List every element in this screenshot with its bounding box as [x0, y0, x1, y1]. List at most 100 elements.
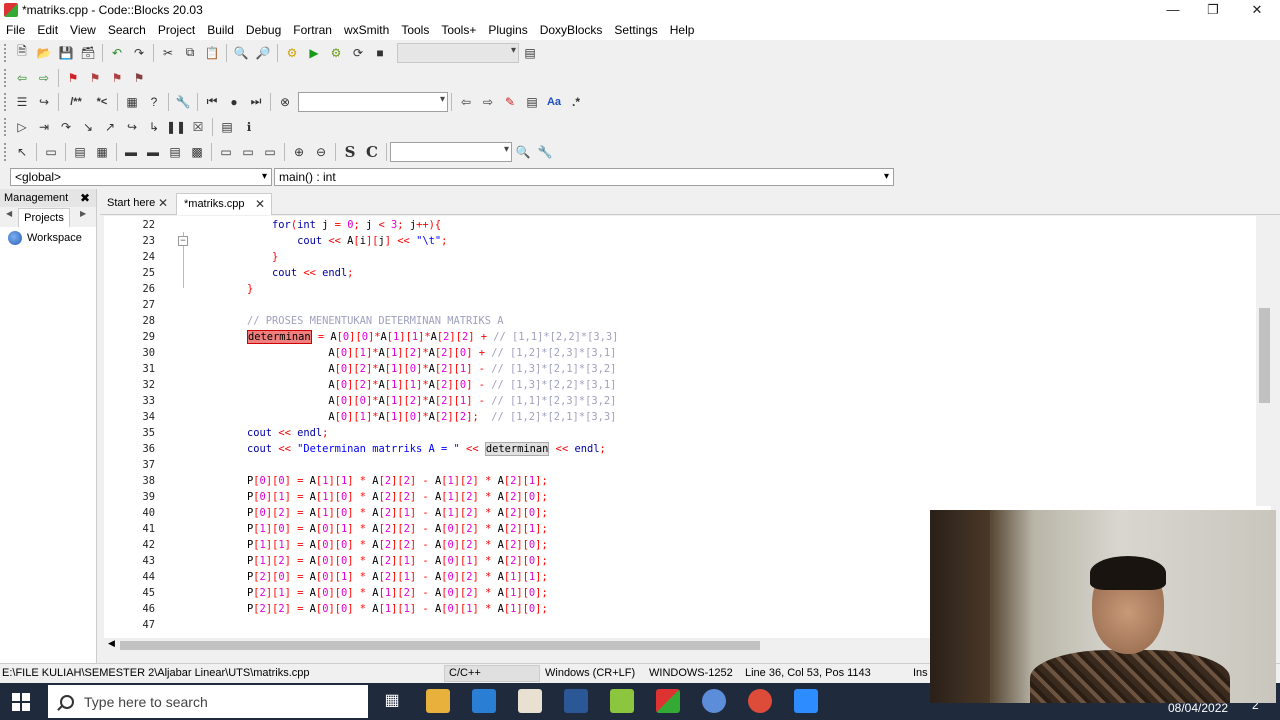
menu-settings[interactable]: Settings	[608, 23, 663, 37]
s-icon[interactable]: S	[340, 142, 360, 162]
code-line[interactable]: 29 determinan = A[0][0]*A[1][1]*A[2][2] …	[104, 329, 1271, 345]
settings-wrench-icon[interactable]: 🔧	[535, 142, 555, 162]
file-explorer-icon[interactable]	[426, 689, 450, 713]
code-line[interactable]: 25 cout << endl;	[104, 265, 1271, 281]
word-icon[interactable]	[564, 689, 588, 713]
next-bookmark-icon[interactable]: ⚑	[107, 68, 127, 88]
menu-help[interactable]: Help	[664, 23, 701, 37]
regex-icon[interactable]: .*	[566, 92, 586, 112]
toggle-bookmark-icon[interactable]: ⚑	[63, 68, 83, 88]
layout-6-icon[interactable]: ▩	[187, 142, 207, 162]
layout-4-icon[interactable]: ▬	[143, 142, 163, 162]
notepad-icon[interactable]	[610, 689, 634, 713]
save-all-icon[interactable]: 🗃	[78, 43, 98, 63]
undo-icon[interactable]: ↶	[107, 43, 127, 63]
code-line[interactable]: 28 // PROSES MENENTUKAN DETERMINAN MATRI…	[104, 313, 1271, 329]
workspace-item[interactable]: Workspace	[0, 231, 96, 245]
selected-text-icon[interactable]: ▤	[522, 92, 542, 112]
prev-bookmark-icon[interactable]: ⚑	[85, 68, 105, 88]
code-line[interactable]: 23 − cout << A[i][j] << "\t";	[104, 233, 1271, 249]
tab-left-arrow-icon[interactable]: ◀	[6, 209, 12, 218]
pointer-icon[interactable]: ↖	[12, 142, 32, 162]
first-icon[interactable]: ⏮	[202, 92, 222, 112]
code-line[interactable]: 36 cout << "Determinan matrriks A = " <<…	[104, 441, 1271, 457]
build-target-select[interactable]: ▾	[397, 42, 519, 63]
code-line[interactable]: 32 A[0][2]*A[1][1]*A[2][0] - // [1,3]*[2…	[104, 377, 1271, 393]
code-line[interactable]: 37	[104, 457, 1271, 473]
rect-2-icon[interactable]: ▭	[238, 142, 258, 162]
zoom-in-icon[interactable]: ⊕	[289, 142, 309, 162]
chrome-icon[interactable]	[748, 689, 772, 713]
symbol-search-combo[interactable]: ▾	[390, 141, 512, 162]
build-icon[interactable]: ⚙	[282, 43, 302, 63]
function-scope-select[interactable]: main() : int ▾	[274, 168, 894, 186]
show-select-target-icon[interactable]: ▤	[520, 43, 540, 63]
codeblocks-taskbar-icon[interactable]	[656, 689, 680, 713]
app-icon[interactable]	[518, 689, 542, 713]
step-into-instruction-icon[interactable]: ↳	[144, 117, 164, 137]
next-line-icon[interactable]: ↷	[56, 117, 76, 137]
zoom-icon[interactable]	[794, 689, 818, 713]
rect-3-icon[interactable]: ▭	[260, 142, 280, 162]
menu-edit[interactable]: Edit	[31, 23, 64, 37]
menu-view[interactable]: View	[64, 23, 102, 37]
cut-icon[interactable]: ✂	[158, 43, 178, 63]
menu-doxyblocks[interactable]: DoxyBlocks	[534, 23, 609, 37]
code-completion-icon[interactable]: ☰	[12, 92, 32, 112]
uncomment-icon[interactable]: *<	[91, 92, 113, 112]
menu-plugins[interactable]: Plugins	[482, 23, 533, 37]
doc-help-icon[interactable]: ?	[144, 92, 164, 112]
menu-file[interactable]: File	[0, 23, 31, 37]
new-file-icon[interactable]: 🗎	[12, 43, 32, 63]
tab-close-icon[interactable]: ✕	[158, 193, 168, 213]
replace-icon[interactable]: 🔎	[253, 43, 273, 63]
layout-3-icon[interactable]: ▬	[121, 142, 141, 162]
menu-debug[interactable]: Debug	[240, 23, 287, 37]
global-scope-select[interactable]: <global> ▾	[10, 168, 272, 186]
tab-right-arrow-icon[interactable]: ▶	[80, 209, 86, 218]
find-icon[interactable]: 🔍	[231, 43, 251, 63]
fold-icon[interactable]: −	[178, 236, 188, 246]
run-icon[interactable]: ▶	[304, 43, 324, 63]
abort-icon[interactable]: ■	[370, 43, 390, 63]
next-instruction-icon[interactable]: ↪	[122, 117, 142, 137]
symbol-search-icon[interactable]: 🔍	[513, 142, 533, 162]
open-file-icon[interactable]: 📂	[34, 43, 54, 63]
doc-config-icon[interactable]: ▦	[122, 92, 142, 112]
code-line[interactable]: 27	[104, 297, 1271, 313]
stop-debug-icon[interactable]: ☒	[188, 117, 208, 137]
find-prev-icon[interactable]: ⇦	[456, 92, 476, 112]
redo-icon[interactable]: ↷	[129, 43, 149, 63]
tab-start-here[interactable]: Start here ✕	[100, 193, 174, 215]
code-line[interactable]: 22 for(int j = 0; j < 3; j++){	[104, 217, 1271, 233]
tab-matriks-cpp[interactable]: *matriks.cpp ✕	[176, 193, 272, 215]
wrench-icon[interactable]: 🔧	[173, 92, 193, 112]
copy-icon[interactable]: ⧉	[180, 43, 200, 63]
build-and-run-icon[interactable]: ⚙	[326, 43, 346, 63]
tab-projects[interactable]: Projects	[18, 208, 70, 227]
code-line[interactable]: 38 P[0][0] = A[1][1] * A[2][2] - A[1][2]…	[104, 473, 1271, 489]
code-line[interactable]: 30 A[0][1]*A[1][2]*A[2][0] + // [1,2]*[2…	[104, 345, 1271, 361]
menu-project[interactable]: Project	[152, 23, 201, 37]
search-combo[interactable]: ▾	[298, 91, 448, 112]
menu-fortran[interactable]: Fortran	[287, 23, 338, 37]
maximize-button[interactable]: ❐	[1190, 0, 1236, 20]
find-next-icon[interactable]: ⇨	[478, 92, 498, 112]
zoom-out-icon[interactable]: ⊖	[311, 142, 331, 162]
code-line[interactable]: 35 cout << endl;	[104, 425, 1271, 441]
taskbar-search-box[interactable]: Type here to search	[48, 685, 368, 718]
debug-continue-icon[interactable]: ▷	[12, 117, 32, 137]
menu-search[interactable]: Search	[102, 23, 152, 37]
start-button-icon[interactable]	[12, 693, 30, 711]
menu-tools[interactable]: Tools	[395, 23, 435, 37]
debug-info-icon[interactable]: ℹ	[239, 117, 259, 137]
close-button[interactable]: ✕	[1234, 0, 1280, 20]
run-to-cursor-icon[interactable]: ⇥	[34, 117, 54, 137]
step-into-icon[interactable]: ↘	[78, 117, 98, 137]
menu-wxsmith[interactable]: wxSmith	[338, 23, 395, 37]
rect-1-icon[interactable]: ▭	[216, 142, 236, 162]
code-line[interactable]: 39 P[0][1] = A[1][0] * A[2][2] - A[1][2]…	[104, 489, 1271, 505]
menu-build[interactable]: Build	[201, 23, 240, 37]
vscode-icon[interactable]	[472, 689, 496, 713]
code-line[interactable]: 34 A[0][1]*A[1][0]*A[2][2]; // [1,2]*[2,…	[104, 409, 1271, 425]
